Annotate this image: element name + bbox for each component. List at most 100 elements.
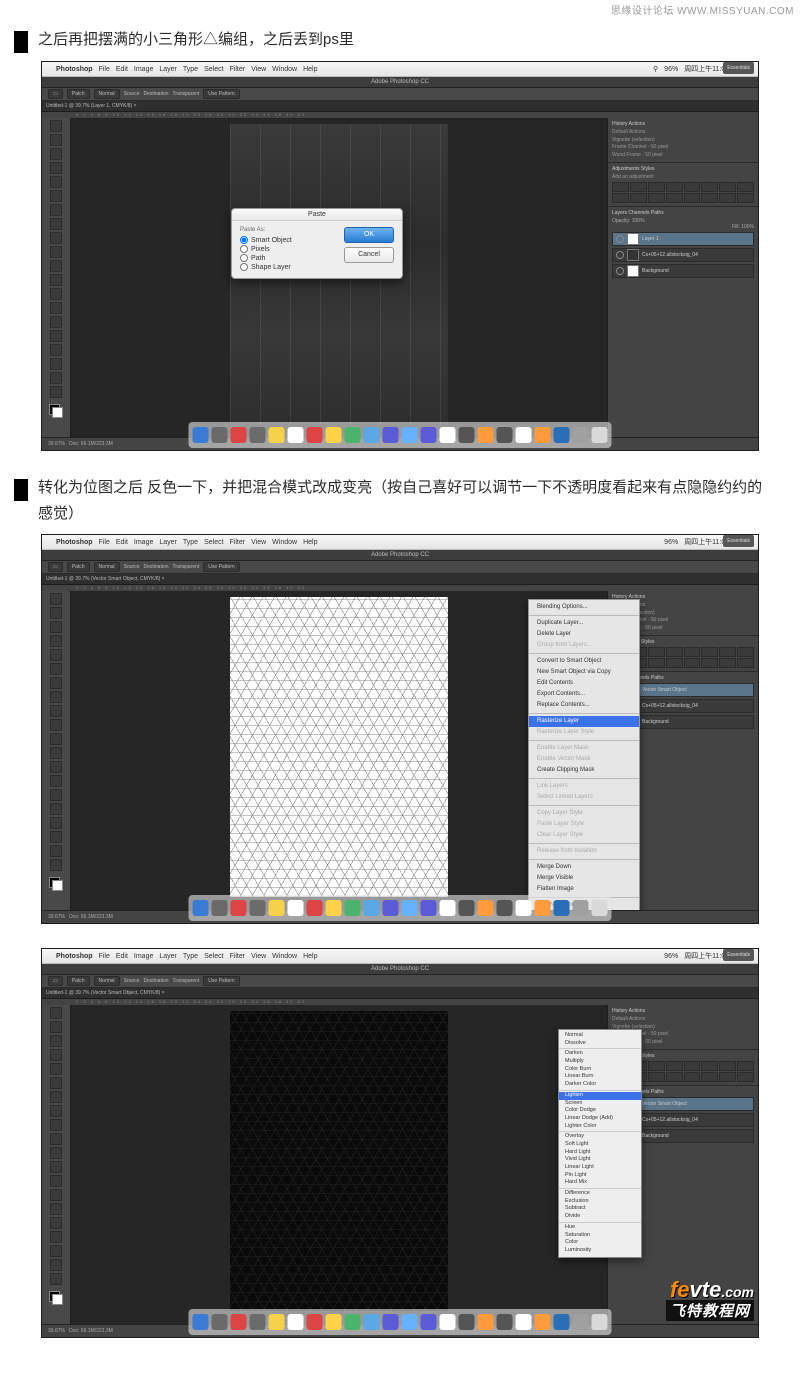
- menu-file[interactable]: File: [99, 66, 110, 73]
- paste-shapelayer[interactable]: Shape Layer: [240, 263, 336, 271]
- eraser-tool[interactable]: [50, 260, 62, 272]
- menu-layer[interactable]: Layer: [159, 66, 177, 73]
- ctx-duplicate[interactable]: Duplicate Layer...: [529, 618, 639, 629]
- opt-source[interactable]: Source: [124, 91, 140, 97]
- dock-icon[interactable]: [478, 1314, 494, 1330]
- layer-thumb[interactable]: [627, 265, 639, 277]
- blend-divide[interactable]: Divide: [559, 1213, 641, 1221]
- menu-image[interactable]: Image: [134, 66, 153, 73]
- shape-tool[interactable]: [50, 358, 62, 370]
- dock-icon[interactable]: [573, 900, 589, 916]
- canvas-area[interactable]: [71, 1005, 607, 1325]
- blend-colorburn[interactable]: Color Burn: [559, 1066, 641, 1074]
- ctx-blending[interactable]: Blending Options...: [529, 602, 639, 613]
- mac-menu-items[interactable]: FileEditImageLayerTypeSelectFilterViewWi…: [97, 539, 318, 546]
- eyedropper-tool[interactable]: [50, 190, 62, 202]
- history-brush-tool[interactable]: [50, 246, 62, 258]
- opt-transparent[interactable]: Transparent: [173, 91, 200, 97]
- adjustment-grid[interactable]: [612, 182, 754, 203]
- dodge-tool[interactable]: [50, 302, 62, 314]
- ctx-replace-contents[interactable]: Replace Contents...: [529, 700, 639, 711]
- blend-linearburn[interactable]: Linear Burn: [559, 1073, 641, 1081]
- dock-icon[interactable]: [269, 900, 285, 916]
- type-tool[interactable]: [50, 330, 62, 342]
- dock-icon[interactable]: [212, 900, 228, 916]
- dock-icon[interactable]: [497, 1314, 513, 1330]
- color-swatch[interactable]: [49, 877, 63, 891]
- tools-panel[interactable]: [42, 591, 71, 911]
- opt-dest[interactable]: Destination: [144, 91, 169, 97]
- dock-icon[interactable]: [383, 427, 399, 443]
- doc-tab[interactable]: Untitled-1 @ 39.7% (Layer 1, CMYK/8) ×: [42, 101, 758, 112]
- history-item[interactable]: Default Actions: [612, 129, 754, 137]
- blend-lineardodge[interactable]: Linear Dodge (Add): [559, 1115, 641, 1123]
- history-tab[interactable]: History Actions: [612, 121, 754, 127]
- dock-icon[interactable]: [497, 900, 513, 916]
- dock-icon[interactable]: [250, 900, 266, 916]
- blend-hardmix[interactable]: Hard Mix: [559, 1179, 641, 1187]
- blend-vividlight[interactable]: Vivid Light: [559, 1156, 641, 1164]
- dock-icon[interactable]: [535, 427, 551, 443]
- dock-icon[interactable]: [554, 1314, 570, 1330]
- dock-icon[interactable]: [212, 427, 228, 443]
- ctx-export-contents[interactable]: Export Contents...: [529, 689, 639, 700]
- menu-edit[interactable]: Edit: [116, 66, 128, 73]
- blend-softlight[interactable]: Soft Light: [559, 1141, 641, 1149]
- dock-icon[interactable]: [345, 427, 361, 443]
- dock-icon[interactable]: [573, 1314, 589, 1330]
- blend-subtract[interactable]: Subtract: [559, 1205, 641, 1213]
- layer-row[interactable]: Background: [612, 264, 754, 278]
- dock-icon[interactable]: [478, 900, 494, 916]
- pen-tool[interactable]: [50, 316, 62, 328]
- dock-icon[interactable]: [307, 427, 323, 443]
- ctx-new-so-copy[interactable]: New Smart Object via Copy: [529, 667, 639, 678]
- dock-icon[interactable]: [383, 900, 399, 916]
- blend-exclusion[interactable]: Exclusion: [559, 1198, 641, 1206]
- dock-icon[interactable]: [383, 1314, 399, 1330]
- dock-icon[interactable]: [421, 427, 437, 443]
- dock-icon[interactable]: [402, 900, 418, 916]
- lasso-tool[interactable]: [50, 148, 62, 160]
- dock-icon[interactable]: [421, 900, 437, 916]
- ctx-merge-down[interactable]: Merge Down: [529, 862, 639, 873]
- blend-saturation[interactable]: Saturation: [559, 1232, 641, 1240]
- dock-icon[interactable]: [459, 427, 475, 443]
- history-item[interactable]: Frame Channel - 50 pixel: [612, 144, 754, 152]
- menu-select[interactable]: Select: [204, 66, 223, 73]
- history-panel[interactable]: History Actions Default Actions Vignette…: [608, 118, 758, 163]
- dock-icon[interactable]: [516, 427, 532, 443]
- wand-tool[interactable]: [50, 162, 62, 174]
- options-bar[interactable]: ▭PatchNormalSourceDestinationTransparent…: [42, 975, 758, 988]
- opt-patch[interactable]: Patch: [67, 89, 90, 99]
- blend-dissolve[interactable]: Dissolve: [559, 1040, 641, 1048]
- dock-icon[interactable]: [307, 900, 323, 916]
- dock-icon[interactable]: [440, 1314, 456, 1330]
- blend-lightercolor[interactable]: Lighter Color: [559, 1123, 641, 1131]
- blend-linearlight[interactable]: Linear Light: [559, 1164, 641, 1172]
- paste-path[interactable]: Path: [240, 254, 336, 262]
- dock-icon[interactable]: [269, 427, 285, 443]
- ok-button[interactable]: OK: [344, 227, 394, 243]
- dock-icon[interactable]: [193, 900, 209, 916]
- layers-tab[interactable]: Layers Channels Paths: [612, 210, 754, 216]
- workspace-button[interactable]: Essentials: [723, 535, 754, 547]
- eye-icon[interactable]: [616, 251, 624, 259]
- blend-mode-dropdown[interactable]: Normal Dissolve Darken Multiply Color Bu…: [558, 1029, 642, 1258]
- menu-filter[interactable]: Filter: [230, 66, 246, 73]
- dock-icon[interactable]: [478, 427, 494, 443]
- dock-icon[interactable]: [440, 427, 456, 443]
- layers-panel[interactable]: Layers Channels Paths Opacity: 100% Fill…: [608, 207, 758, 438]
- color-swatch[interactable]: [49, 404, 63, 418]
- layer-thumb[interactable]: [627, 249, 639, 261]
- marquee-tool[interactable]: [50, 134, 62, 146]
- dock-icon[interactable]: [516, 1314, 532, 1330]
- dock-icon[interactable]: [326, 900, 342, 916]
- patch-tool[interactable]: [50, 204, 62, 216]
- menu-help[interactable]: Help: [303, 66, 317, 73]
- ctx-rasterize[interactable]: Rasterize Layer: [529, 716, 639, 727]
- tool-preset[interactable]: ▭: [48, 89, 63, 99]
- layer-row[interactable]: Cs+05+12.allstocksig_04: [612, 248, 754, 262]
- dock-icon[interactable]: [592, 1314, 608, 1330]
- blend-multiply[interactable]: Multiply: [559, 1058, 641, 1066]
- dock-icon[interactable]: [193, 1314, 209, 1330]
